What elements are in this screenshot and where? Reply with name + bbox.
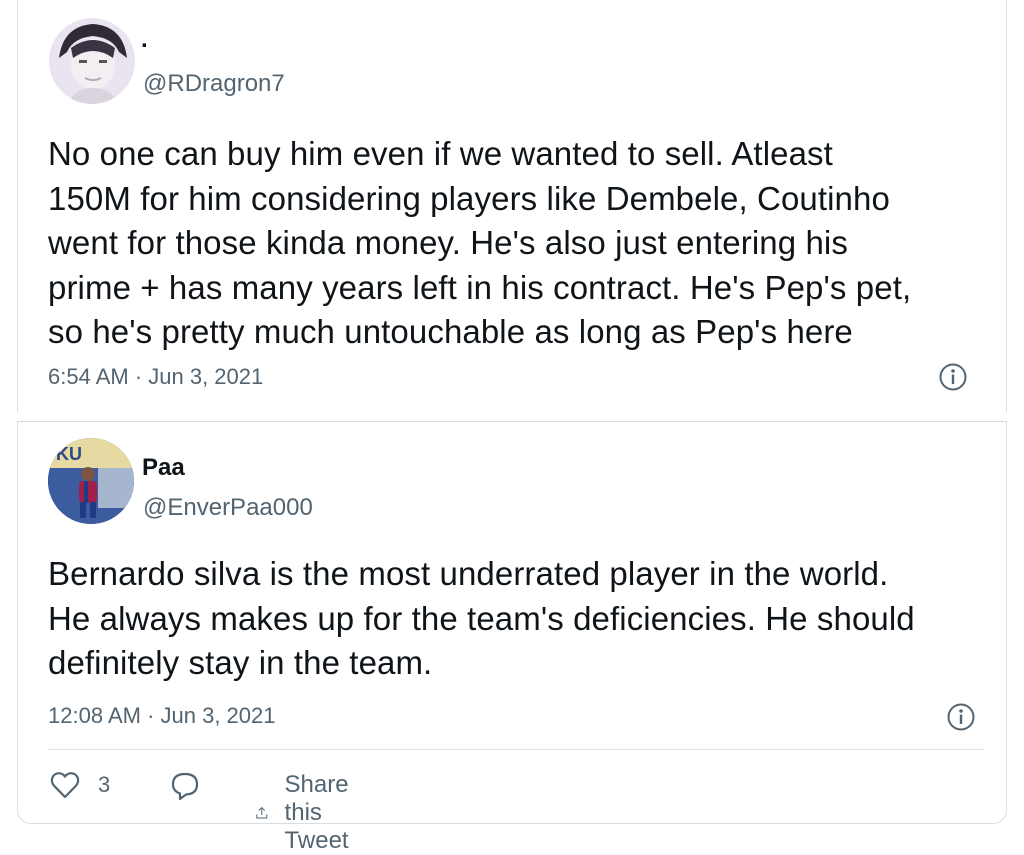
football-player-avatar-icon: KU xyxy=(48,438,134,524)
tweet-text-line: prime + has many years left in his contr… xyxy=(48,268,912,306)
share-label: Share this Tweet xyxy=(284,771,349,854)
user-handle[interactable]: @EnverPaa000 xyxy=(143,494,313,522)
user-handle[interactable]: @RDragron7 xyxy=(143,70,285,98)
avatar-banner-text: KU xyxy=(56,444,82,464)
reply-button[interactable] xyxy=(170,771,200,801)
tweet-text-line: went for those kinda money. He's also ju… xyxy=(48,224,848,261)
avatar[interactable]: KU xyxy=(48,438,134,524)
tweet-text-line: He always makes up for the team's defici… xyxy=(48,599,915,637)
tweet-timestamp[interactable]: 6:54 AM · Jun 3, 2021 xyxy=(48,364,263,390)
display-name[interactable]: . xyxy=(141,26,148,54)
like-button[interactable]: 3 xyxy=(50,771,110,799)
tweet-text: No one can buy him even if we wanted to … xyxy=(48,132,911,355)
reply-bubble-icon xyxy=(171,772,199,801)
tweet-text-line: 150M for him considering players like De… xyxy=(48,179,890,217)
tweet-text-line: No one can buy him even if we wanted to … xyxy=(48,135,833,172)
tweet-text: Bernardo silva is the most underrated pl… xyxy=(48,552,915,686)
display-name[interactable]: Paa xyxy=(142,454,185,482)
share-icon xyxy=(256,807,268,819)
like-count: 3 xyxy=(98,772,111,797)
divider xyxy=(48,749,984,750)
anime-avatar-icon xyxy=(49,18,135,104)
tweet-timestamp[interactable]: 12:08 AM · Jun 3, 2021 xyxy=(48,703,276,729)
heart-icon xyxy=(50,772,80,799)
tweet-card-2: KU Paa @EnverPaa000 Bernardo silva is th… xyxy=(17,421,1007,854)
share-button[interactable]: Share this Tweet xyxy=(255,771,365,855)
tweet-text-line: Bernardo silva is the most underrated pl… xyxy=(48,555,889,592)
info-icon[interactable] xyxy=(946,702,976,732)
info-icon[interactable] xyxy=(938,362,968,392)
tweet-text-line: so he's pretty much untouchable as long … xyxy=(48,313,853,350)
avatar[interactable] xyxy=(49,18,135,104)
tweet-text-line: definitely stay in the team. xyxy=(48,644,433,681)
tweet-card-1: . @RDragron7 No one can buy him even if … xyxy=(17,0,1007,412)
